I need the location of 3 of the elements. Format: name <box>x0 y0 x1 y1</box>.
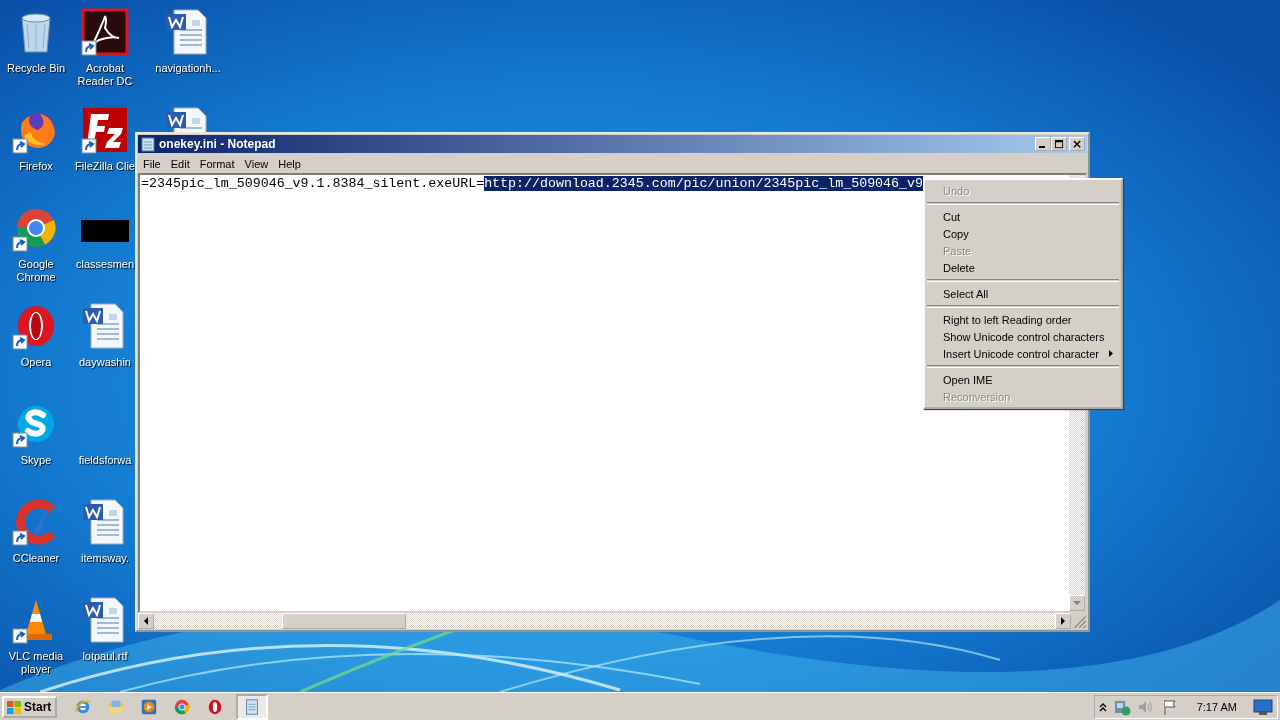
selected-text: http://download.2345.com/pic/union/2345pic_lm_509046_v9 <box>484 176 923 191</box>
text-line: =2345pic_lm_509046_v9.1.8384_silent.exeURL= <box>141 176 485 191</box>
window-title: onekey.ini - Notepad <box>159 137 277 151</box>
